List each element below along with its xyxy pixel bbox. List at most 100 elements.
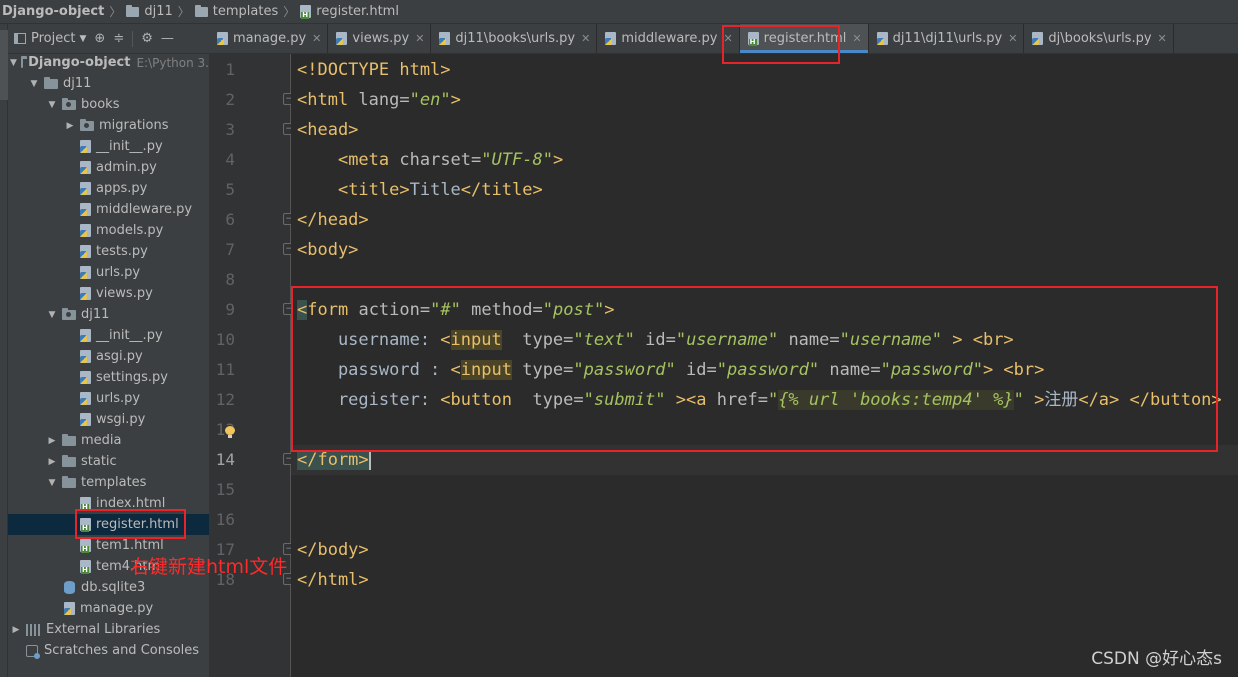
tree-file[interactable]: models.py: [8, 220, 209, 241]
tree-file[interactable]: views.py: [8, 283, 209, 304]
tree-file[interactable]: wsgi.py: [8, 409, 209, 430]
tree-item-static[interactable]: ▶ static: [8, 451, 209, 472]
expanded-arrow-icon[interactable]: ▼: [10, 58, 17, 68]
code-line-3: <head>: [297, 120, 359, 140]
collapse-icon[interactable]: ≑: [113, 31, 124, 46]
chevron-right-icon: 〉: [283, 5, 296, 19]
code-line-10: username: <input type="text" id="usernam…: [297, 330, 1014, 350]
folder-icon: [20, 55, 28, 68]
locate-icon[interactable]: ⊕: [94, 31, 105, 46]
tree-file[interactable]: __init__.py: [8, 136, 209, 157]
python-file-icon: [605, 32, 617, 45]
expanded-arrow-icon[interactable]: ▼: [46, 478, 58, 488]
collapsed-arrow-icon[interactable]: ▶: [64, 121, 76, 131]
python-file-icon: [80, 224, 91, 237]
tab-register-html[interactable]: register.html✕: [739, 24, 869, 53]
close-icon[interactable]: ✕: [581, 32, 590, 45]
folder-icon: [44, 76, 58, 89]
tab-dj-books-urls-py[interactable]: dj\books\urls.py ✕: [1024, 24, 1174, 53]
code-line-6: </head>: [297, 210, 369, 230]
tree-item-dj11-pkg[interactable]: ▼ dj11: [8, 304, 209, 325]
python-file-icon: [1032, 32, 1044, 45]
tree-file[interactable]: index.html: [8, 493, 209, 514]
tree-file-selected[interactable]: register.html: [8, 514, 209, 535]
tab-middleware-py[interactable]: middleware.py ✕: [597, 24, 740, 53]
close-icon[interactable]: ✕: [852, 32, 861, 45]
tree-file[interactable]: urls.py: [8, 262, 209, 283]
tab-dj11-urls-py[interactable]: dj11\dj11\urls.py ✕: [869, 24, 1025, 53]
close-icon[interactable]: ✕: [1158, 32, 1167, 45]
python-file-icon: [80, 287, 91, 300]
tree-item-scratches[interactable]: Scratches and Consoles: [8, 640, 209, 661]
tree-item-templates[interactable]: ▼ templates: [8, 472, 209, 493]
tree-item-media[interactable]: ▶ media: [8, 430, 209, 451]
tree-file[interactable]: middleware.py: [8, 199, 209, 220]
lightbulb-icon[interactable]: [225, 426, 235, 438]
tree-item-migrations[interactable]: ▶ migrations: [8, 115, 209, 136]
code-line-4: <meta charset="UTF-8">: [337, 150, 564, 170]
close-icon[interactable]: ✕: [415, 32, 424, 45]
collapsed-arrow-icon[interactable]: ▶: [46, 457, 58, 467]
tree-item-dj11[interactable]: ▼ dj11: [8, 73, 209, 94]
line-number: 5: [225, 180, 235, 199]
code-line-7: <body>: [297, 240, 359, 260]
line-number: 8: [225, 270, 235, 289]
html-file-icon: [80, 560, 91, 574]
project-window-icon: [14, 33, 26, 44]
line-number: 3: [225, 120, 235, 139]
tree-root[interactable]: ▼ Django-object E:\Python 3.: [8, 54, 209, 73]
html-file-icon: [80, 539, 91, 553]
expanded-arrow-icon[interactable]: ▼: [46, 310, 58, 320]
code-editor[interactable]: <!DOCTYPE html> <html lang="en"> <head> …: [291, 54, 1238, 677]
python-file-icon: [80, 266, 91, 279]
folder-icon: [62, 475, 76, 488]
tree-file[interactable]: db.sqlite3: [8, 577, 209, 598]
collapsed-arrow-icon[interactable]: ▶: [10, 625, 22, 635]
code-line-12: register: <button type="submit" ><a href…: [297, 390, 1222, 410]
line-number: 12: [215, 390, 235, 409]
expanded-arrow-icon[interactable]: ▼: [28, 79, 40, 89]
project-stripe-tab[interactable]: [0, 30, 8, 100]
close-icon[interactable]: ✕: [312, 32, 321, 45]
tab-books-urls-py[interactable]: dj11\books\urls.py ✕: [431, 24, 598, 53]
tab-views-py[interactable]: views.py ✕: [328, 24, 432, 53]
tree-file[interactable]: __init__.py: [8, 325, 209, 346]
line-number: 1: [225, 60, 235, 79]
gear-icon[interactable]: ⚙: [141, 31, 153, 46]
collapsed-arrow-icon[interactable]: ▶: [46, 436, 58, 446]
code-line-1: <!DOCTYPE html>: [297, 60, 451, 80]
tree-item-external-libraries[interactable]: ▶ External Libraries: [8, 619, 209, 640]
package-icon: [62, 307, 76, 320]
close-icon[interactable]: ✕: [1008, 32, 1017, 45]
tree-file[interactable]: tests.py: [8, 241, 209, 262]
tree-file[interactable]: urls.py: [8, 388, 209, 409]
line-number: 6: [225, 210, 235, 229]
text-caret: [368, 450, 371, 470]
tree-file[interactable]: settings.py: [8, 367, 209, 388]
project-view-selector[interactable]: Project ▼: [14, 31, 86, 46]
line-number: 7: [225, 240, 235, 259]
expanded-arrow-icon[interactable]: ▼: [46, 100, 58, 110]
current-line-highlight: [291, 445, 1238, 475]
tree-file[interactable]: asgi.py: [8, 346, 209, 367]
tree-file[interactable]: admin.py: [8, 157, 209, 178]
python-file-icon: [80, 413, 91, 426]
annotation-text: 右键新建html文件: [130, 556, 288, 578]
tree-item-books[interactable]: ▼ books: [8, 94, 209, 115]
breadcrumb-templates[interactable]: templates: [194, 0, 278, 24]
code-line-2: <html lang="en">: [297, 90, 461, 110]
tab-manage-py[interactable]: manage.py ✕: [209, 24, 329, 53]
package-icon: [62, 97, 76, 110]
toolbar-divider: [132, 30, 134, 47]
breadcrumb-file[interactable]: register.html: [300, 0, 399, 24]
breadcrumb-project[interactable]: Django-object: [2, 0, 104, 24]
line-number: 11: [215, 360, 235, 379]
code-line-9: <form action="#" method="post">: [297, 300, 615, 320]
python-file-icon: [80, 203, 91, 216]
html-file-icon: [80, 497, 91, 511]
tree-file[interactable]: manage.py: [8, 598, 209, 619]
tree-file[interactable]: apps.py: [8, 178, 209, 199]
hide-icon[interactable]: —: [161, 31, 174, 46]
breadcrumb-dj11[interactable]: dj11: [126, 0, 173, 24]
close-icon[interactable]: ✕: [723, 32, 732, 45]
